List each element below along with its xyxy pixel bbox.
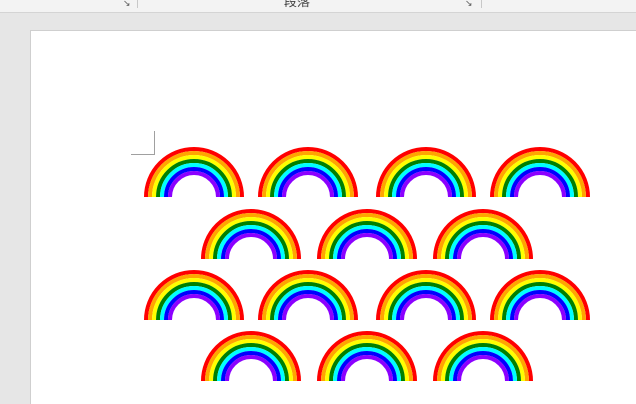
- rainbow-shape[interactable]: [317, 209, 417, 260]
- rainbow-shape[interactable]: [258, 147, 358, 198]
- rainbow-shape[interactable]: [376, 270, 476, 321]
- rainbow-shape[interactable]: [490, 270, 590, 321]
- rainbow-shape[interactable]: [144, 147, 244, 198]
- rainbow-shape[interactable]: [201, 209, 301, 260]
- rainbow-pattern: [144, 147, 590, 382]
- rainbow-shape[interactable]: [317, 331, 417, 382]
- rainbow-shape[interactable]: [144, 270, 244, 321]
- rainbow-shape[interactable]: [201, 331, 301, 382]
- rainbow-shape[interactable]: [490, 147, 590, 198]
- rainbow-shape[interactable]: [433, 331, 533, 382]
- rainbow-shape[interactable]: [258, 270, 358, 321]
- rainbow-shape[interactable]: [433, 209, 533, 260]
- rainbow-shape[interactable]: [376, 147, 476, 198]
